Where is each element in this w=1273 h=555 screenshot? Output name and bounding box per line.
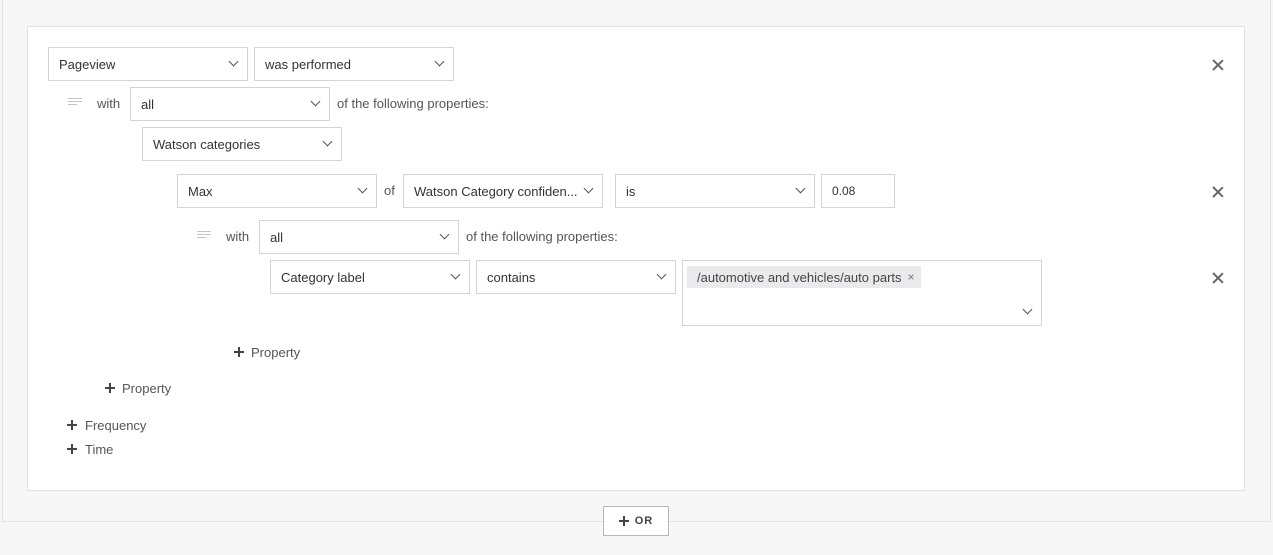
add-nested-property-label: Property [251, 344, 301, 360]
nested-operator-select[interactable]: contains [476, 260, 676, 294]
match-select[interactable]: all [130, 87, 330, 121]
field-select[interactable]: Watson Category confiden... [403, 174, 603, 208]
chevron-down-icon[interactable] [1022, 304, 1033, 315]
add-time-label: Time [85, 441, 114, 457]
operator-select[interactable]: is [615, 174, 815, 208]
nested-match-select-value: all [270, 229, 284, 245]
nested-with-label: with [226, 229, 250, 244]
nested-operator-select-value: contains [487, 269, 536, 285]
tag-multiselect[interactable]: /automotive and vehicles/auto parts × [682, 260, 1042, 326]
chevron-down-icon [583, 183, 594, 194]
performed-select[interactable]: was performed [254, 47, 454, 81]
performed-select-value: was performed [265, 56, 351, 72]
rule-card: Pageview was performed with all of the f… [27, 26, 1245, 491]
add-property-button[interactable]: Property [105, 379, 171, 397]
drag-handle-icon[interactable] [68, 98, 82, 108]
nested-property-select-value: Category label [281, 269, 365, 285]
event-select[interactable]: Pageview [48, 47, 248, 81]
chevron-down-icon [434, 56, 445, 67]
add-time-button[interactable]: Time [67, 440, 113, 458]
add-frequency-label: Frequency [85, 417, 147, 433]
tag-chip: /automotive and vehicles/auto parts × [687, 266, 921, 288]
remove-property-icon[interactable] [1212, 186, 1224, 198]
nested-following-properties-text: of the following properties: [466, 229, 618, 244]
add-frequency-button[interactable]: Frequency [67, 416, 146, 434]
chevron-down-icon [439, 229, 450, 240]
with-label: with [97, 96, 121, 111]
aggregate-select-value: Max [188, 183, 213, 199]
remove-nested-property-icon[interactable] [1212, 272, 1224, 284]
aggregate-select[interactable]: Max [177, 174, 377, 208]
chevron-down-icon [357, 183, 368, 194]
event-select-value: Pageview [59, 56, 116, 72]
add-property-label: Property [122, 380, 172, 396]
nested-match-select[interactable]: all [259, 220, 459, 254]
plus-icon [234, 347, 244, 357]
nested-property-select[interactable]: Category label [270, 260, 470, 294]
add-nested-property-button[interactable]: Property [234, 343, 300, 361]
chevron-down-icon [450, 269, 461, 280]
operator-select-value: is [626, 183, 636, 199]
of-label: of [384, 183, 395, 198]
chevron-down-icon [228, 56, 239, 67]
or-button-label: OR [634, 515, 654, 527]
chevron-down-icon [795, 183, 806, 194]
plus-icon [67, 420, 77, 430]
field-select-value: Watson Category confiden... [414, 183, 578, 199]
add-or-button[interactable]: OR [603, 506, 669, 536]
remove-rule-icon[interactable] [1212, 59, 1224, 71]
chevron-down-icon [310, 96, 321, 107]
tag-remove-icon[interactable]: × [908, 270, 915, 284]
chevron-down-icon [322, 136, 333, 147]
plus-icon [105, 383, 115, 393]
property-select[interactable]: Watson categories [142, 127, 342, 161]
property-select-value: Watson categories [153, 136, 261, 152]
tag-label: /automotive and vehicles/auto parts [697, 269, 902, 285]
match-select-value: all [141, 96, 155, 112]
drag-handle-icon[interactable] [197, 231, 211, 241]
following-properties-text: of the following properties: [337, 96, 489, 111]
chevron-down-icon [656, 269, 667, 280]
plus-icon [67, 444, 77, 454]
plus-icon [618, 516, 629, 526]
value-input[interactable] [821, 174, 895, 208]
